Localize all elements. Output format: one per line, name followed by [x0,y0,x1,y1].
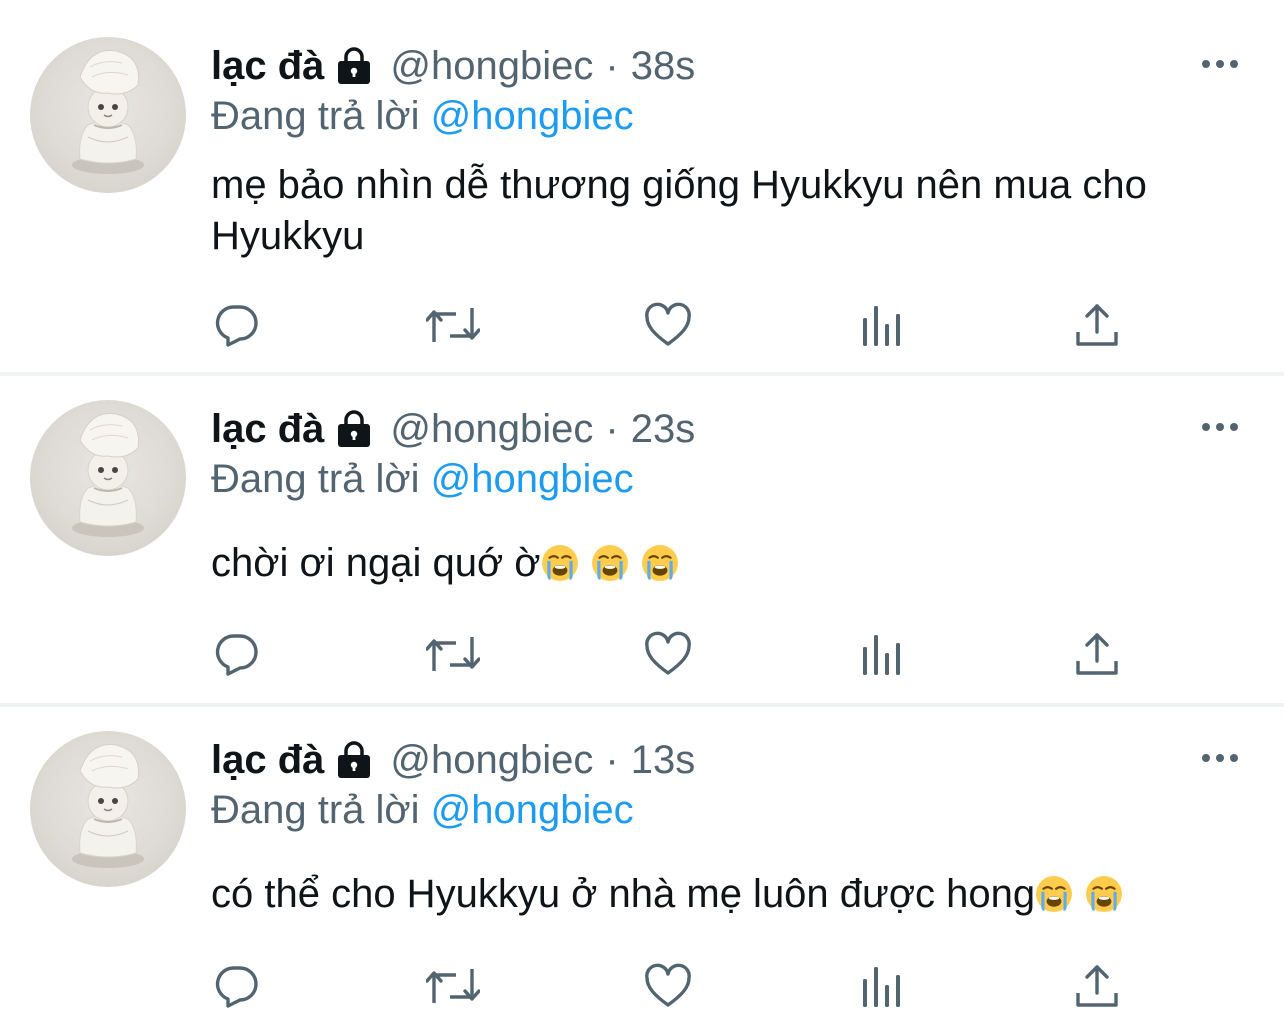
user-handle[interactable]: @hongbiec [390,738,593,783]
retweet-icon[interactable] [426,302,472,348]
user-handle[interactable]: @hongbiec [390,44,593,89]
avatar-image [30,37,186,193]
stats-icon[interactable] [860,963,906,1009]
tweet-text-content: chời ơi ngại quớ ờ [211,541,541,585]
reply-icon[interactable] [214,631,260,677]
tweet-1[interactable]: lạc đà @hongbiec · 38s Đang trả lời @hon… [0,0,1284,372]
replying-mention-link[interactable]: @hongbiec [431,788,634,832]
heart-icon[interactable] [644,963,690,1009]
lock-icon [334,409,374,449]
avatar-image [30,731,186,887]
separator-dot: · [605,43,619,88]
tweet-2[interactable]: lạc đà @hongbiec · 23s Đang trả lời @hon… [0,376,1284,703]
share-icon[interactable] [1074,963,1120,1009]
avatar[interactable] [30,400,186,556]
loudly-crying-face-emoji-icon [591,544,629,582]
loudly-crying-face-emoji-icon [641,544,679,582]
share-icon[interactable] [1074,302,1120,348]
avatar-image [30,400,186,556]
replying-prefix: Đang trả lời [211,94,420,138]
user-handle[interactable]: @hongbiec [390,407,593,452]
replying-prefix: Đang trả lời [211,457,420,501]
tweet-text: chời ơi ngại quớ ờ [211,538,1251,589]
replying-to: Đang trả lời @hongbiec [211,457,634,502]
tweet-text: có thể cho Hyukkyu ở nhà mẹ luôn được ho… [211,869,1251,920]
replying-mention-link[interactable]: @hongbiec [431,94,634,138]
tweet-header: lạc đà @hongbiec · 13s [211,730,695,790]
timestamp[interactable]: 38s [631,44,696,89]
tweet-text: mẹ bảo nhìn dễ thương giống Hyukkyu nên … [211,160,1251,262]
more-icon[interactable] [1200,417,1240,437]
tweet-3[interactable]: lạc đà @hongbiec · 13s Đang trả lời @hon… [0,707,1284,1032]
tweet-text-content: mẹ bảo nhìn dễ thương giống Hyukkyu nên … [211,163,1147,258]
tweet-header: lạc đà @hongbiec · 38s [211,36,695,96]
loudly-crying-face-emoji-icon [1035,875,1073,913]
avatar[interactable] [30,731,186,887]
reply-icon[interactable] [214,302,260,348]
timestamp[interactable]: 13s [631,738,696,783]
heart-icon[interactable] [644,302,690,348]
lock-icon [334,740,374,780]
replying-to: Đang trả lời @hongbiec [211,788,634,833]
display-name[interactable]: lạc đà [211,44,324,89]
tweet-header: lạc đà @hongbiec · 23s [211,399,695,459]
replying-to: Đang trả lời @hongbiec [211,94,634,139]
retweet-icon[interactable] [426,631,472,677]
display-name[interactable]: lạc đà [211,407,324,452]
loudly-crying-face-emoji-icon [1085,875,1123,913]
avatar[interactable] [30,37,186,193]
share-icon[interactable] [1074,631,1120,677]
timestamp[interactable]: 23s [631,407,696,452]
reply-icon[interactable] [214,963,260,1009]
more-icon[interactable] [1200,54,1240,74]
separator-dot: · [605,406,619,451]
lock-icon [334,46,374,86]
loudly-crying-face-emoji-icon [541,544,579,582]
separator-dot: · [605,737,619,782]
replying-mention-link[interactable]: @hongbiec [431,457,634,501]
heart-icon[interactable] [644,631,690,677]
more-icon[interactable] [1200,748,1240,768]
stats-icon[interactable] [860,631,906,677]
tweet-text-content: có thể cho Hyukkyu ở nhà mẹ luôn được ho… [211,872,1036,916]
replying-prefix: Đang trả lời [211,788,420,832]
retweet-icon[interactable] [426,963,472,1009]
stats-icon[interactable] [860,302,906,348]
display-name[interactable]: lạc đà [211,738,324,783]
